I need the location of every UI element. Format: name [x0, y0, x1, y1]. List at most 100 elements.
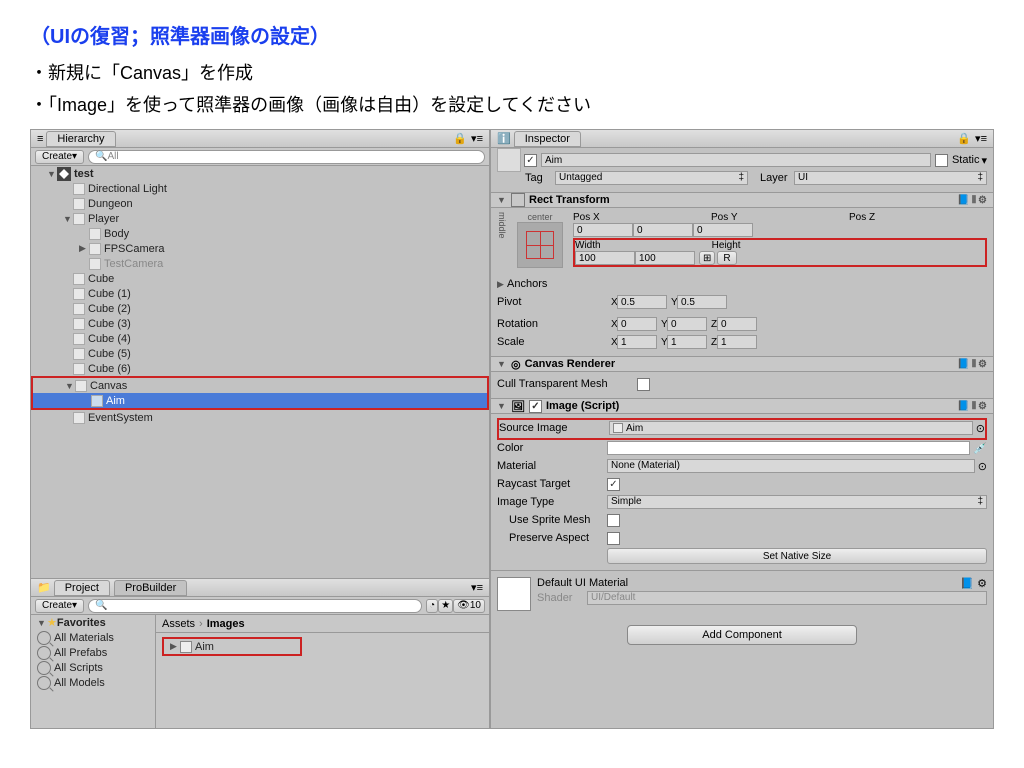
panel-menu-icon[interactable]: ▾≡: [471, 132, 483, 145]
hierarchy-item[interactable]: EventSystem: [31, 410, 489, 425]
scene-root[interactable]: test: [74, 168, 94, 180]
hierarchy-item[interactable]: Cube (2): [31, 301, 489, 316]
preset-icon[interactable]: ⫴: [972, 359, 976, 370]
static-dropdown-icon[interactable]: ▾: [981, 154, 987, 167]
project-search[interactable]: 🔍: [88, 599, 422, 613]
project-create-button[interactable]: Create ▾: [35, 599, 84, 613]
image-enable-checkbox[interactable]: ✓: [529, 400, 542, 413]
active-checkbox[interactable]: ✓: [524, 154, 537, 167]
cull-checkbox[interactable]: [637, 378, 650, 391]
panel-menu-icon[interactable]: ▾≡: [471, 581, 483, 594]
pos-x-field[interactable]: [573, 223, 633, 237]
help-icon[interactable]: 📘: [957, 195, 969, 206]
probuilder-tab[interactable]: ProBuilder: [114, 580, 187, 596]
raw-button[interactable]: R: [717, 251, 736, 265]
filter-icon[interactable]: ★: [438, 599, 453, 613]
visibility-icon[interactable]: 👁10: [453, 599, 485, 613]
anchor-preset[interactable]: [517, 222, 563, 268]
rect-transform-header[interactable]: ▼ Rect Transform 📘⫴⚙: [491, 192, 993, 208]
rot-x[interactable]: [617, 317, 657, 331]
project-tab[interactable]: Project: [54, 580, 110, 596]
gear-icon[interactable]: ⚙: [978, 359, 987, 370]
hierarchy-item[interactable]: Body: [31, 226, 489, 241]
project-tree[interactable]: ▼★ Favorites All Materials All Prefabs A…: [31, 615, 156, 728]
hierarchy-item-canvas[interactable]: ▼Canvas: [33, 378, 487, 393]
gear-icon[interactable]: ⚙: [977, 577, 987, 590]
source-image-field[interactable]: Aim: [609, 421, 973, 435]
bullet-2: ・「Image」を使って照準器の画像（画像は自由）を設定してください: [30, 91, 994, 117]
width-field[interactable]: [575, 251, 635, 265]
pos-y-field[interactable]: [633, 223, 693, 237]
image-icon: 🖼: [511, 400, 525, 413]
hierarchy-item[interactable]: Cube (6): [31, 361, 489, 376]
eyedropper-icon[interactable]: 💉: [973, 442, 987, 455]
scale-z[interactable]: [717, 335, 757, 349]
inspector-tab[interactable]: Inspector: [514, 131, 581, 147]
raycast-checkbox[interactable]: ✓: [607, 478, 620, 491]
lock-icon[interactable]: 🔒: [453, 132, 467, 145]
hierarchy-item[interactable]: ▼Player: [31, 211, 489, 226]
material-title: Default UI Material: [537, 577, 628, 590]
filter-icon[interactable]: ◔: [426, 599, 438, 613]
bullet-1: ・新規に「Canvas」を作成: [30, 59, 994, 85]
image-component-header[interactable]: ▼🖼 ✓ Image (Script) 📘⫴⚙: [491, 398, 993, 414]
pivot-y[interactable]: [677, 295, 727, 309]
tag-dropdown[interactable]: Untagged‡: [555, 171, 748, 185]
rot-z[interactable]: [717, 317, 757, 331]
material-field[interactable]: None (Material): [607, 459, 975, 473]
favorite-item[interactable]: All Prefabs: [31, 645, 155, 660]
object-picker-icon[interactable]: ⊙: [978, 460, 987, 473]
set-native-size-button[interactable]: Set Native Size: [607, 548, 987, 564]
blueprint-button[interactable]: ⊞: [699, 251, 715, 265]
hierarchy-item[interactable]: ▶FPSCamera: [31, 241, 489, 256]
add-component-button[interactable]: Add Component: [627, 625, 857, 645]
hierarchy-item[interactable]: Cube (5): [31, 346, 489, 361]
create-button[interactable]: Create ▾: [35, 150, 84, 164]
hierarchy-tab[interactable]: Hierarchy: [46, 131, 115, 147]
image-type-dropdown[interactable]: Simple‡: [607, 495, 987, 509]
rot-y[interactable]: [667, 317, 707, 331]
object-picker-icon[interactable]: ⊙: [976, 422, 985, 435]
hierarchy-item[interactable]: Directional Light: [31, 181, 489, 196]
project-breadcrumb[interactable]: Assets › Images: [156, 615, 489, 633]
pivot-x[interactable]: [617, 295, 667, 309]
hierarchy-list[interactable]: ▼test Directional Light Dungeon ▼Player …: [31, 166, 489, 578]
canvas-renderer-header[interactable]: ▼◎ Canvas Renderer 📘⫴⚙: [491, 356, 993, 372]
color-field[interactable]: [607, 441, 970, 455]
hierarchy-item[interactable]: TestCamera: [31, 256, 489, 271]
gear-icon[interactable]: ⚙: [978, 195, 987, 206]
layer-dropdown[interactable]: UI‡: [794, 171, 987, 185]
hierarchy-item[interactable]: Cube (3): [31, 316, 489, 331]
anchors-foldout[interactable]: Anchors: [507, 278, 547, 290]
scale-y[interactable]: [667, 335, 707, 349]
scale-x[interactable]: [617, 335, 657, 349]
center-label: center: [507, 212, 573, 222]
favorite-item[interactable]: All Materials: [31, 630, 155, 645]
static-checkbox[interactable]: [935, 154, 948, 167]
preserve-aspect-checkbox[interactable]: [607, 532, 620, 545]
name-field[interactable]: [541, 153, 931, 167]
hierarchy-item[interactable]: Cube (4): [31, 331, 489, 346]
asset-item-aim[interactable]: ▶Aim: [164, 639, 300, 654]
hierarchy-item-aim[interactable]: Aim: [33, 393, 487, 408]
pos-z-field[interactable]: [693, 223, 753, 237]
unity-icon: [57, 167, 71, 181]
favorite-item[interactable]: All Models: [31, 675, 155, 690]
favorite-item[interactable]: All Scripts: [31, 660, 155, 675]
height-field[interactable]: [635, 251, 695, 265]
preset-icon[interactable]: ⫴: [972, 195, 976, 206]
highlight-asset: ▶Aim: [162, 637, 302, 656]
help-icon[interactable]: 📘: [957, 359, 969, 370]
use-sprite-checkbox[interactable]: [607, 514, 620, 527]
layer-label: Layer: [760, 172, 794, 184]
help-icon[interactable]: 📘: [957, 401, 969, 412]
lock-icon[interactable]: 🔒: [957, 132, 971, 145]
hierarchy-item[interactable]: Cube: [31, 271, 489, 286]
help-icon[interactable]: 📘: [960, 577, 974, 590]
hierarchy-item[interactable]: Dungeon: [31, 196, 489, 211]
preset-icon[interactable]: ⫴: [972, 401, 976, 412]
panel-menu-icon[interactable]: ▾≡: [975, 132, 987, 145]
gear-icon[interactable]: ⚙: [978, 401, 987, 412]
hierarchy-search[interactable]: 🔍All: [88, 150, 485, 164]
hierarchy-item[interactable]: Cube (1): [31, 286, 489, 301]
